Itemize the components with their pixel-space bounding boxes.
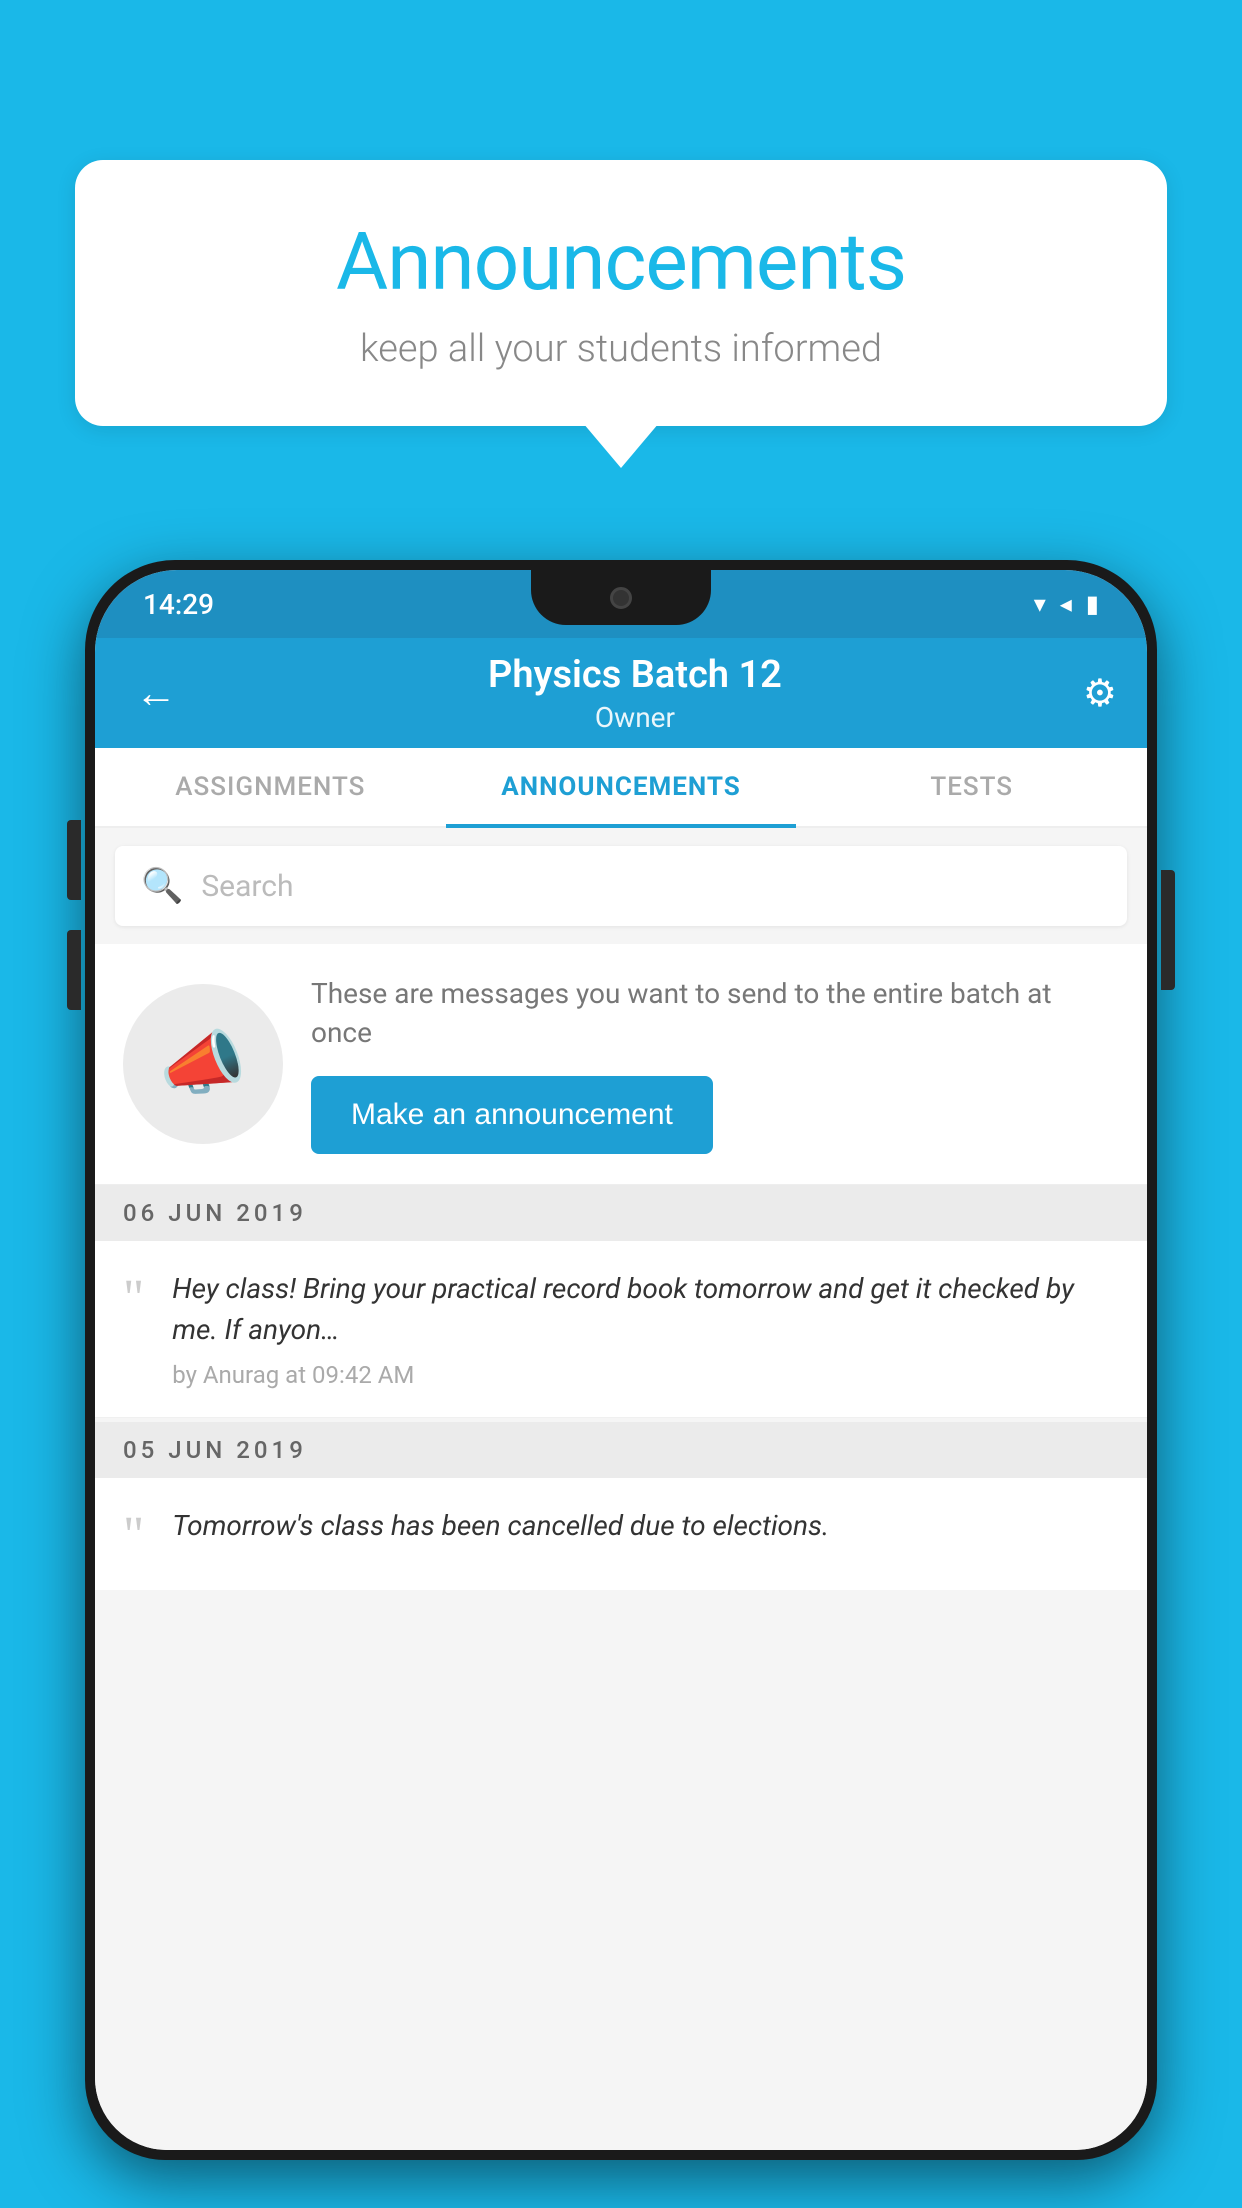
promo-description: These are messages you want to send to t… [311,974,1119,1052]
promo-right: These are messages you want to send to t… [311,974,1119,1154]
speech-bubble-section: Announcements keep all your students inf… [75,160,1167,426]
make-announcement-button[interactable]: Make an announcement [311,1076,713,1154]
search-placeholder: Search [201,869,293,904]
search-bar[interactable]: 🔍 Search [115,846,1127,926]
toolbar: ← Physics Batch 12 Owner ⚙ [95,638,1147,748]
tab-assignments[interactable]: ASSIGNMENTS [95,748,446,826]
speech-bubble: Announcements keep all your students inf… [75,160,1167,426]
wifi-icon: ▾ [1034,590,1046,618]
notch [531,570,711,625]
bubble-subtitle: keep all your students informed [135,327,1107,371]
volume-up-button[interactable] [67,820,81,900]
phone-screen: 14:29 ▾ ◂ ▮ ← Physics Batch 12 Owner ⚙ [95,570,1147,2150]
status-bar: 14:29 ▾ ◂ ▮ [95,570,1147,638]
search-icon: 🔍 [141,866,183,906]
status-time: 14:29 [143,588,214,621]
back-button[interactable]: ← [125,659,187,728]
announcement-text-1: Hey class! Bring your practical record b… [172,1269,1119,1350]
phone-container: 14:29 ▾ ◂ ▮ ← Physics Batch 12 Owner ⚙ [85,560,1157,2208]
date-separator-2: 05 JUN 2019 [95,1422,1147,1478]
promo-icon-circle: 📣 [123,984,283,1144]
battery-icon: ▮ [1086,590,1099,618]
content-area: 🔍 Search 📣 These are messages you want t… [95,828,1147,2150]
volume-down-button[interactable] [67,930,81,1010]
tab-announcements[interactable]: ANNOUNCEMENTS [446,748,797,826]
announcement-body-1: Hey class! Bring your practical record b… [172,1269,1119,1388]
quote-icon-2: " [123,1510,144,1562]
camera [610,587,632,609]
date-separator-1: 06 JUN 2019 [95,1185,1147,1241]
announcement-body-2: Tomorrow's class has been cancelled due … [172,1506,1119,1557]
announcement-meta-1: by Anurag at 09:42 AM [172,1361,1119,1389]
power-button[interactable] [1161,870,1175,990]
promo-card: 📣 These are messages you want to send to… [95,944,1147,1185]
quote-icon-1: " [123,1273,144,1325]
settings-icon[interactable]: ⚙ [1083,671,1117,716]
signal-icon: ◂ [1060,590,1072,618]
bubble-title: Announcements [135,215,1107,309]
megaphone-icon: 📣 [159,1023,246,1105]
tab-bar: ASSIGNMENTS ANNOUNCEMENTS TESTS [95,748,1147,828]
announcement-item-1[interactable]: " Hey class! Bring your practical record… [95,1241,1147,1417]
toolbar-title-block: Physics Batch 12 Owner [187,653,1083,734]
toolbar-subtitle: Owner [187,701,1083,734]
toolbar-title: Physics Batch 12 [187,653,1083,697]
tab-tests[interactable]: TESTS [796,748,1147,826]
status-icons: ▾ ◂ ▮ [1034,590,1099,618]
announcement-item-2[interactable]: " Tomorrow's class has been cancelled du… [95,1478,1147,1590]
announcement-text-2: Tomorrow's class has been cancelled due … [172,1506,1119,1547]
phone-outer: 14:29 ▾ ◂ ▮ ← Physics Batch 12 Owner ⚙ [85,560,1157,2160]
